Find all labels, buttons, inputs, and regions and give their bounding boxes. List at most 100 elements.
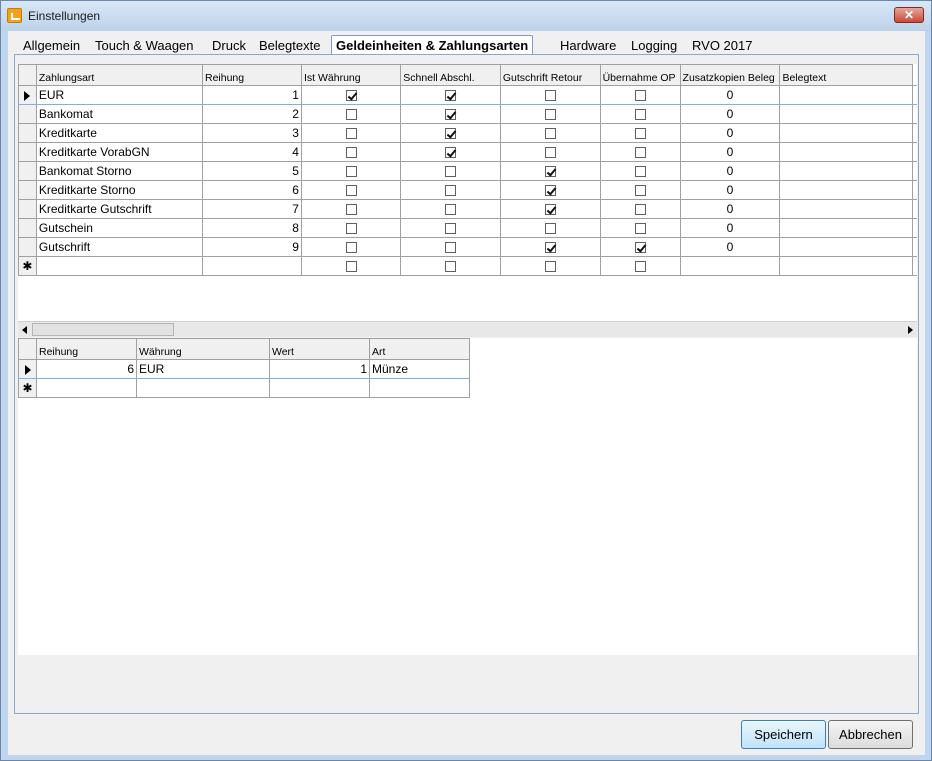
tab-touch-waagen[interactable]: Touch & Waagen: [95, 37, 194, 55]
cell-reihung[interactable]: 4: [201, 142, 302, 162]
scrollbar-thumb[interactable]: [32, 323, 174, 336]
col-header-wert[interactable]: Wert: [269, 338, 370, 360]
uebernahme-op-checkbox[interactable]: [634, 90, 646, 102]
ist-waehrung-checkbox[interactable]: [345, 223, 357, 235]
ist-waehrung-checkbox[interactable]: [345, 109, 357, 121]
schnell-abschl-cell[interactable]: [400, 256, 501, 276]
cancel-button[interactable]: Abbrechen: [828, 720, 913, 749]
cell-wert[interactable]: [269, 378, 370, 398]
cell-zahlungsart[interactable]: Gutschrift: [35, 237, 203, 257]
schnell-abschl-cell[interactable]: [400, 237, 501, 257]
gutschrift-retour-checkbox[interactable]: [544, 147, 556, 159]
tab-druck[interactable]: Druck: [212, 37, 246, 55]
currency-units-grid[interactable]: Reihung Währung Wert Art 6 EUR 1 Münze ✱: [18, 338, 917, 655]
uebernahme-op-cell[interactable]: [599, 161, 681, 181]
schnell-abschl-cell[interactable]: [400, 199, 501, 219]
scroll-right-arrow-icon[interactable]: [908, 326, 913, 334]
table-row[interactable]: 6 EUR 1 Münze: [18, 359, 470, 379]
schnell-abschl-cell[interactable]: [400, 104, 501, 124]
gutschrift-retour-checkbox[interactable]: [544, 204, 556, 216]
table-row[interactable]: Gutschrift 9 0: [18, 237, 917, 257]
ist-waehrung-cell[interactable]: [300, 199, 402, 219]
cell-belegtext[interactable]: [779, 218, 913, 238]
cell-belegtext[interactable]: [779, 85, 913, 105]
cell-zahlungsart[interactable]: Bankomat: [35, 104, 203, 124]
gutschrift-retour-cell[interactable]: [499, 237, 601, 257]
gutschrift-retour-cell[interactable]: [499, 104, 601, 124]
schnell-abschl-checkbox[interactable]: [445, 109, 457, 121]
col-header-schnell-abschl[interactable]: Schnell Abschl.: [400, 64, 501, 86]
schnell-abschl-checkbox[interactable]: [445, 147, 457, 159]
row-header[interactable]: [18, 161, 37, 181]
close-button[interactable]: ✕: [894, 7, 924, 23]
gutschrift-retour-cell[interactable]: [499, 123, 601, 143]
ist-waehrung-cell[interactable]: [300, 142, 402, 162]
cell-zahlungsart[interactable]: Gutschein: [35, 218, 203, 238]
cell-reihung[interactable]: 1: [201, 85, 302, 105]
col-header-reihung[interactable]: Reihung: [36, 338, 137, 360]
cell-zusatzkopien[interactable]: 0: [679, 142, 781, 162]
title-bar[interactable]: Einstellungen ✕: [1, 1, 931, 31]
cell-art[interactable]: Münze: [369, 359, 470, 379]
cell-zusatzkopien[interactable]: 0: [679, 180, 781, 200]
schnell-abschl-checkbox[interactable]: [445, 185, 457, 197]
cell-reihung[interactable]: 5: [201, 161, 302, 181]
ist-waehrung-checkbox[interactable]: [345, 185, 357, 197]
cell-zusatzkopien[interactable]: 0: [679, 199, 781, 219]
gutschrift-retour-checkbox[interactable]: [544, 109, 556, 121]
cell-reihung[interactable]: 8: [201, 218, 302, 238]
schnell-abschl-cell[interactable]: [400, 218, 501, 238]
uebernahme-op-checkbox[interactable]: [634, 109, 646, 121]
gutschrift-retour-checkbox[interactable]: [544, 223, 556, 235]
ist-waehrung-checkbox[interactable]: [345, 147, 357, 159]
ist-waehrung-cell[interactable]: [300, 123, 402, 143]
ist-waehrung-checkbox[interactable]: [345, 166, 357, 178]
cell-reihung[interactable]: [201, 256, 302, 276]
cell-zusatzkopien[interactable]: [679, 256, 781, 276]
table-row[interactable]: Kreditkarte 3 0: [18, 123, 917, 143]
cell-reihung[interactable]: [36, 378, 137, 398]
col-header-waehrung[interactable]: Währung: [136, 338, 270, 360]
ist-waehrung-checkbox[interactable]: [345, 90, 357, 102]
gutschrift-retour-cell[interactable]: [499, 199, 601, 219]
cell-zusatzkopien[interactable]: 0: [679, 218, 781, 238]
ist-waehrung-cell[interactable]: [300, 104, 402, 124]
cell-belegtext[interactable]: [779, 161, 913, 181]
gutschrift-retour-checkbox[interactable]: [544, 166, 556, 178]
col-header-gutschrift-retour[interactable]: Gutschrift Retour: [499, 64, 601, 86]
uebernahme-op-cell[interactable]: [599, 104, 681, 124]
col-header-zahlungsart[interactable]: Zahlungsart: [35, 64, 203, 86]
schnell-abschl-cell[interactable]: [400, 85, 501, 105]
row-header[interactable]: [18, 142, 37, 162]
cell-belegtext[interactable]: [779, 142, 913, 162]
row-header[interactable]: [18, 85, 37, 105]
schnell-abschl-cell[interactable]: [400, 180, 501, 200]
ist-waehrung-checkbox[interactable]: [345, 128, 357, 140]
row-header[interactable]: [18, 123, 37, 143]
ist-waehrung-checkbox[interactable]: [345, 204, 357, 216]
gutschrift-retour-checkbox[interactable]: [544, 261, 556, 273]
col-header-uebernahme-op[interactable]: Übernahme OP: [599, 64, 681, 86]
uebernahme-op-checkbox[interactable]: [634, 166, 646, 178]
cell-reihung[interactable]: 6: [36, 359, 137, 379]
uebernahme-op-cell[interactable]: [599, 142, 681, 162]
cell-reihung[interactable]: 2: [201, 104, 302, 124]
schnell-abschl-cell[interactable]: [400, 142, 501, 162]
gutschrift-retour-checkbox[interactable]: [544, 242, 556, 254]
schnell-abschl-checkbox[interactable]: [445, 242, 457, 254]
cell-zahlungsart[interactable]: Bankomat Storno: [35, 161, 203, 181]
tab-geldeinheiten-zahlungsarten[interactable]: Geldeinheiten & Zahlungsarten: [331, 35, 534, 56]
row-header[interactable]: [18, 180, 37, 200]
uebernahme-op-checkbox[interactable]: [634, 261, 646, 273]
ist-waehrung-cell[interactable]: [300, 256, 402, 276]
col-header-art[interactable]: Art: [369, 338, 470, 360]
row-header[interactable]: [18, 359, 37, 379]
ist-waehrung-cell[interactable]: [300, 237, 402, 257]
row-header[interactable]: [18, 218, 37, 238]
table-row[interactable]: Kreditkarte VorabGN 4 0: [18, 142, 917, 162]
table-row[interactable]: Gutschein 8 0: [18, 218, 917, 238]
gutschrift-retour-cell[interactable]: [499, 180, 601, 200]
cell-zahlungsart[interactable]: Kreditkarte: [35, 123, 203, 143]
row-header[interactable]: [18, 237, 37, 257]
cell-belegtext[interactable]: [779, 199, 913, 219]
